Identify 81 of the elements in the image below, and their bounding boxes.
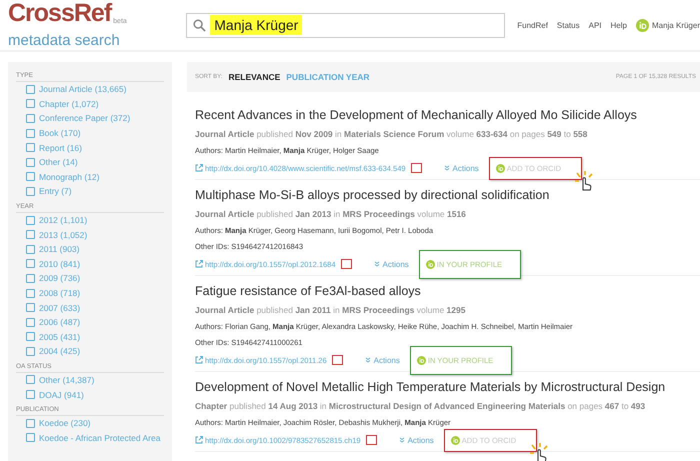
logo-brand: CrossRef [8, 2, 112, 24]
orcid-icon [416, 356, 426, 364]
checkbox[interactable] [26, 230, 35, 240]
filter-option[interactable]: 2010 (841) [39, 258, 80, 269]
checkbox[interactable] [26, 216, 35, 225]
chevron-down-icon [364, 357, 371, 363]
checkbox[interactable] [26, 114, 35, 123]
orcid-icon [636, 18, 649, 32]
filter-option[interactable]: Koedoe (230) [39, 418, 91, 428]
user-name[interactable]: Manja Krüger [652, 20, 700, 30]
checkbox[interactable] [26, 375, 35, 384]
filter-option[interactable]: 2005 (431) [39, 332, 80, 342]
checkbox[interactable] [26, 433, 35, 442]
logo-subtitle: metadata search [8, 33, 121, 48]
checkbox[interactable] [26, 143, 35, 152]
checkbox[interactable] [26, 84, 35, 94]
result-meta: Chapter published 14 Aug 2013 in Microstructural Design of Advanced Engineering Materials on pages 467 to 493 [195, 401, 646, 411]
actions-link[interactable]: Actions [364, 356, 400, 364]
result-meta: Journal Article published Jan 2011 in MRS Proceedings volume 1295 [195, 305, 466, 315]
actions-link[interactable]: Actions [444, 164, 479, 172]
external-link-icon [195, 436, 203, 444]
filter-option[interactable]: 2006 (487) [39, 317, 80, 328]
chevron-down-icon [374, 261, 380, 267]
chevron-down-icon [398, 437, 405, 443]
external-link-icon [195, 356, 203, 364]
orcid-icon [496, 164, 505, 172]
filter-option[interactable]: 2011 (903) [39, 244, 80, 254]
checkbox[interactable] [26, 99, 35, 108]
checkbox[interactable] [26, 390, 35, 400]
filter-option[interactable]: Other (14,387) [39, 374, 94, 385]
nav-link[interactable]: FundRef [517, 20, 548, 30]
filter-option[interactable]: Chapter (1,072) [39, 98, 99, 109]
checkbox[interactable] [26, 332, 35, 342]
checkbox[interactable] [26, 418, 35, 428]
filter-option[interactable]: 2004 (425) [39, 346, 80, 356]
nav-link[interactable]: API [588, 20, 602, 30]
filter-option[interactable]: 2012 (1,101) [39, 215, 88, 226]
actions-link[interactable]: Actions [398, 436, 434, 444]
nav-link[interactable]: Status [556, 20, 580, 30]
external-link-icon [195, 260, 203, 268]
filter-option[interactable]: 2013 (1,052) [39, 230, 88, 240]
filter-option[interactable]: Other (14) [39, 157, 78, 168]
sort-option[interactable]: PUBLICATION YEAR [286, 72, 370, 82]
external-link-icon [195, 164, 203, 172]
checkbox[interactable] [26, 346, 35, 356]
checkbox[interactable] [26, 318, 35, 327]
filter-option[interactable]: Conference Paper (372) [39, 113, 130, 124]
orcid-icon [426, 260, 435, 268]
checkbox[interactable] [26, 172, 35, 182]
result-meta: Journal Article published Jan 2013 in MRS Proceedings volume 1516 [195, 209, 467, 219]
result-title[interactable]: Recent Advances in the Development of Mechanically Alloyed Mo Silicide Alloys [195, 106, 700, 124]
orcid-icon [450, 436, 460, 444]
sort-option[interactable]: RELEVANCE [228, 72, 280, 82]
result-title[interactable]: Development of Novel Metallic High Temperature Materials by Microstructural Design [195, 378, 700, 396]
checkbox[interactable] [26, 303, 35, 312]
result-meta: Journal Article published Nov 2009 in Materials Science Forum volume 633-634 on pages 549 to 558 [195, 129, 588, 139]
filter-option[interactable]: Book (170) [39, 128, 81, 138]
search-field[interactable]: Manja Krüger [186, 12, 506, 38]
nav-link[interactable]: Help [610, 20, 627, 30]
checkbox[interactable] [26, 288, 35, 298]
filter-option[interactable]: 2009 (736) [39, 273, 80, 284]
filter-option[interactable]: Monograph (12) [39, 172, 100, 182]
filter-option[interactable]: 2008 (718) [39, 288, 80, 298]
filter-option[interactable]: 2007 (633) [39, 302, 80, 313]
result-title[interactable]: Fatigue resistance of Fe3Al-based alloys [195, 282, 700, 300]
checkbox[interactable] [26, 186, 35, 196]
checkbox[interactable] [26, 274, 35, 283]
search-value: Manja Krüger [210, 15, 302, 35]
filter-option[interactable]: Report (16) [39, 142, 82, 153]
checkbox[interactable] [26, 244, 35, 254]
search-icon [193, 18, 206, 32]
checkbox[interactable] [26, 128, 35, 138]
filter-option[interactable]: Koedoe - African Protected Area [39, 432, 160, 443]
filter-option[interactable]: Entry (7) [39, 186, 72, 196]
filter-option[interactable]: Journal Article (13,665) [39, 84, 126, 94]
result-title[interactable]: Multiphase Mo-Si-B alloys processed by directional solidification [195, 186, 700, 204]
checkbox[interactable] [26, 259, 35, 268]
actions-link[interactable]: Actions [374, 260, 409, 268]
chevron-down-icon [444, 165, 450, 171]
checkbox[interactable] [26, 158, 35, 167]
filter-option[interactable]: DOAJ (941) [39, 390, 84, 400]
